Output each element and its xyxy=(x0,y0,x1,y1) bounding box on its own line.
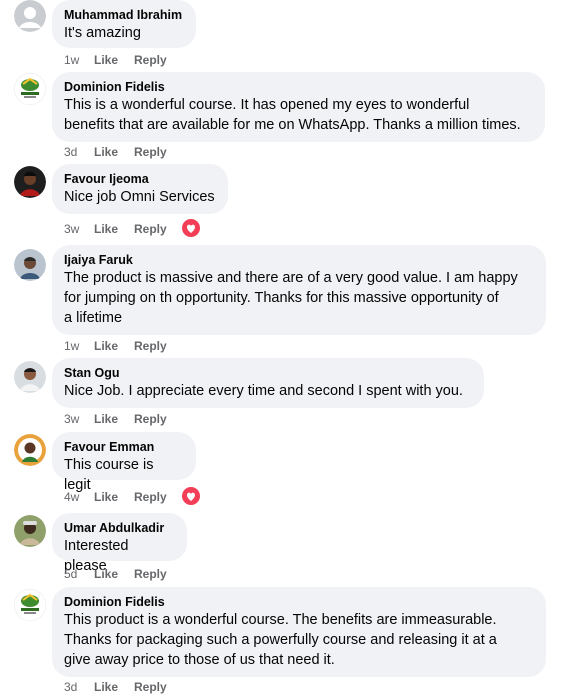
reply-button[interactable]: Reply xyxy=(134,489,167,505)
comment-author[interactable]: Stan Ogu xyxy=(64,365,472,381)
comment-author[interactable]: Dominion Fidelis xyxy=(64,79,533,95)
comment-bubble: Favour Ijeoma Nice job Omni Services xyxy=(52,164,228,214)
reply-button[interactable]: Reply xyxy=(134,679,167,695)
love-reaction-icon[interactable] xyxy=(180,485,202,507)
like-button[interactable]: Like xyxy=(94,566,118,582)
comment-timestamp[interactable]: 3w xyxy=(64,411,79,427)
reply-button[interactable]: Reply xyxy=(134,566,167,582)
page-logo-avatar[interactable] xyxy=(14,73,46,105)
comment-bubble: Dominion Fidelis This product is a wonde… xyxy=(52,587,546,677)
reply-button[interactable]: Reply xyxy=(134,338,167,354)
user-avatar[interactable] xyxy=(14,515,46,547)
comment-text: It's amazing xyxy=(64,25,141,41)
comment-text: This product is a wonderful course. The … xyxy=(64,612,497,668)
comment-bubble: Stan Ogu Nice Job. I appreciate every ti… xyxy=(52,358,484,408)
comment-author[interactable]: Dominion Fidelis xyxy=(64,594,534,610)
user-avatar[interactable] xyxy=(14,361,46,393)
like-button[interactable]: Like xyxy=(94,489,118,505)
comment-timestamp[interactable]: 3w xyxy=(64,221,79,237)
comment-bubble: Favour Emman This course is legit xyxy=(52,432,196,493)
like-button[interactable]: Like xyxy=(94,221,118,237)
comment-timestamp[interactable]: 4w xyxy=(64,489,79,505)
reply-button[interactable]: Reply xyxy=(134,221,167,237)
love-reaction-icon[interactable] xyxy=(180,217,202,239)
reply-button[interactable]: Reply xyxy=(134,144,167,160)
comment-timestamp[interactable]: 1w xyxy=(64,52,79,68)
comment-bubble: Umar Abdulkadir Interested please xyxy=(52,513,187,574)
comment-author[interactable]: Favour Ijeoma xyxy=(64,171,216,187)
like-button[interactable]: Like xyxy=(94,679,118,695)
like-button[interactable]: Like xyxy=(94,411,118,427)
comment-author[interactable]: Favour Emman xyxy=(64,439,184,455)
comment-bubble: Ijaiya Faruk The product is massive and … xyxy=(52,245,546,335)
page-logo-avatar[interactable] xyxy=(14,589,46,621)
comment-timestamp[interactable]: 5d xyxy=(64,566,77,582)
comment-author[interactable]: Muhammad Ibrahim xyxy=(64,7,184,23)
comment-author[interactable]: Umar Abdulkadir xyxy=(64,520,175,536)
user-avatar[interactable] xyxy=(14,249,46,281)
comment-bubble: Dominion Fidelis This is a wonderful cou… xyxy=(52,72,545,142)
comment-text: Nice job Omni Services xyxy=(64,189,215,205)
comment-text: The product is massive and there are of … xyxy=(64,270,518,326)
comment-text: This is a wonderful course. It has opene… xyxy=(64,97,521,133)
comment-timestamp[interactable]: 1w xyxy=(64,338,79,354)
reply-button[interactable]: Reply xyxy=(134,52,167,68)
user-avatar[interactable] xyxy=(14,0,46,32)
like-button[interactable]: Like xyxy=(94,52,118,68)
like-button[interactable]: Like xyxy=(94,338,118,354)
comment-timestamp[interactable]: 3d xyxy=(64,679,77,695)
comment-bubble: Muhammad Ibrahim It's amazing xyxy=(52,0,196,48)
user-avatar[interactable] xyxy=(14,434,46,466)
reply-button[interactable]: Reply xyxy=(134,411,167,427)
user-avatar[interactable] xyxy=(14,166,46,198)
comment-text: Nice Job. I appreciate every time and se… xyxy=(64,383,463,399)
comment-author[interactable]: Ijaiya Faruk xyxy=(64,252,534,268)
comment-timestamp[interactable]: 3d xyxy=(64,144,77,160)
like-button[interactable]: Like xyxy=(94,144,118,160)
